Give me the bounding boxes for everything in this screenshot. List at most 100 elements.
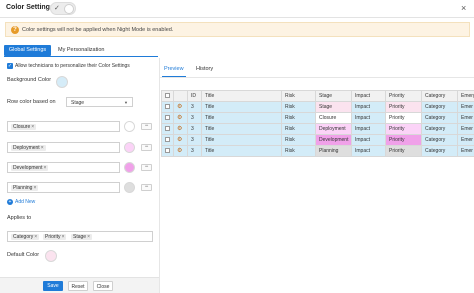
tab-global-settings[interactable]: Global Settings — [4, 45, 51, 56]
row-type-cell: ⚙ — [174, 146, 188, 157]
remove-chip-icon[interactable]: × — [43, 165, 46, 171]
remove-rule-button[interactable]: − — [141, 184, 152, 191]
close-icon[interactable]: × — [461, 3, 466, 13]
cell-risk: Risk — [282, 124, 316, 135]
plus-icon: + — [7, 199, 13, 205]
cell-impact: Impact — [352, 102, 386, 113]
cell-priority: Priority — [386, 102, 422, 113]
night-mode-toggle[interactable]: ✓ — [50, 2, 76, 15]
change-type-icon: ⚙ — [177, 148, 183, 154]
panel-divider — [159, 58, 160, 293]
row-type-cell: ⚙ — [174, 135, 188, 146]
column-header: Priority — [386, 91, 422, 102]
table-row[interactable]: ⚙ 3 Title Risk Stage Impact Priority Category Em… — [162, 102, 474, 113]
row-checkbox[interactable] — [165, 137, 170, 143]
rule-value-input[interactable]: Development× — [7, 162, 120, 173]
cell-category: Category — [422, 146, 458, 157]
rule-chip[interactable]: Planning× — [11, 185, 39, 191]
night-mode-warning: ? Color settings will not be applied whe… — [5, 22, 470, 37]
row-checkbox[interactable] — [165, 148, 170, 154]
background-color-swatch[interactable] — [56, 76, 68, 88]
add-new-link[interactable]: + Add New — [7, 199, 35, 205]
preview-table: ID Title Risk Stage Impact Priority Category Em… — [161, 90, 474, 157]
row-color-label: Row color based on — [7, 99, 56, 105]
change-type-icon: ⚙ — [177, 104, 183, 110]
rule-color-swatch[interactable] — [124, 162, 135, 173]
cell-priority: Priority — [386, 135, 422, 146]
rule-chip[interactable]: Deployment× — [11, 145, 46, 151]
column-header: Emerg — [458, 91, 474, 102]
row-checkbox[interactable] — [165, 126, 170, 132]
rule-color-swatch[interactable] — [124, 121, 135, 132]
remove-rule-button[interactable]: − — [141, 123, 152, 130]
rule-chip[interactable]: Development× — [11, 165, 49, 171]
cell-risk: Risk — [282, 113, 316, 124]
cell-id: 3 — [188, 113, 202, 124]
column-header[interactable] — [162, 91, 174, 102]
cell-impact: Impact — [352, 135, 386, 146]
row-checkbox-cell — [162, 135, 174, 146]
allow-personalize-label: Allow technicians to personalize their C… — [15, 63, 130, 69]
cell-category: Category — [422, 113, 458, 124]
table-row[interactable]: ⚙ 3 Title Risk Closure Impact Priority Category… — [162, 113, 474, 124]
table-row[interactable]: ⚙ 3 Title Risk Deployment Impact Priority Categ… — [162, 124, 474, 135]
tab-preview[interactable]: Preview — [164, 66, 184, 72]
allow-personalize-checkbox[interactable]: ✓ — [7, 63, 13, 69]
cell-emerg: Emer — [458, 124, 474, 135]
column-header: Category — [422, 91, 458, 102]
column-header: Risk — [282, 91, 316, 102]
remove-chip-icon[interactable]: × — [31, 124, 34, 130]
cell-stage: Closure — [316, 113, 352, 124]
chevron-down-icon: ▼ — [124, 100, 128, 105]
rule-value-input[interactable]: Deployment× — [7, 142, 120, 153]
tabs-divider — [160, 77, 474, 78]
background-color-label: Background Color — [7, 77, 52, 83]
cell-risk: Risk — [282, 135, 316, 146]
table-row[interactable]: ⚙ 3 Title Risk Planning Impact Priority Categor… — [162, 146, 474, 157]
change-type-icon: ⚙ — [177, 137, 183, 143]
column-header: Stage — [316, 91, 352, 102]
cell-title: Title — [202, 135, 282, 146]
cell-impact: Impact — [352, 113, 386, 124]
select-all-checkbox[interactable] — [165, 93, 170, 99]
add-new-label: Add New — [15, 199, 36, 205]
applies-chip-stage[interactable]: Stage× — [71, 234, 92, 240]
rule-chip[interactable]: Closure× — [11, 124, 37, 130]
save-button[interactable]: Save — [43, 281, 63, 291]
change-type-icon: ⚙ — [177, 115, 183, 121]
row-checkbox-cell — [162, 146, 174, 157]
applies-to-input[interactable]: Category× Priority× Stage× — [7, 231, 153, 242]
rule-value-input[interactable]: Planning× — [7, 182, 120, 193]
cell-priority: Priority — [386, 113, 422, 124]
row-checkbox[interactable] — [165, 115, 170, 121]
rule-color-swatch[interactable] — [124, 182, 135, 193]
row-checkbox[interactable] — [165, 104, 170, 110]
row-checkbox-cell — [162, 102, 174, 113]
cell-title: Title — [202, 113, 282, 124]
rule-color-swatch[interactable] — [124, 142, 135, 153]
cell-title: Title — [202, 124, 282, 135]
cell-id: 3 — [188, 146, 202, 157]
cell-emerg: Emer — [458, 113, 474, 124]
remove-chip-icon[interactable]: × — [33, 185, 36, 191]
cell-risk: Risk — [282, 146, 316, 157]
applies-chip-category[interactable]: Category× — [11, 234, 40, 240]
table-row[interactable]: ⚙ 3 Title Risk Development Impact Priority Cate… — [162, 135, 474, 146]
tab-history[interactable]: History — [196, 66, 213, 72]
column-header — [174, 91, 188, 102]
remove-rule-button[interactable]: − — [141, 144, 152, 151]
close-button[interactable]: Close — [93, 281, 113, 291]
tab-my-personalization[interactable]: My Personalization — [58, 45, 104, 56]
applies-chip-priority[interactable]: Priority× — [43, 234, 67, 240]
row-color-select[interactable]: Stage ▼ — [66, 97, 133, 107]
remove-chip-icon[interactable]: × — [41, 145, 44, 151]
remove-rule-button[interactable]: − — [141, 164, 152, 171]
cell-emerg: Emer — [458, 102, 474, 113]
row-checkbox-cell — [162, 124, 174, 135]
column-header: Title — [202, 91, 282, 102]
rule-value-input[interactable]: Closure× — [7, 121, 120, 132]
default-color-swatch[interactable] — [45, 250, 57, 262]
toggle-knob — [64, 4, 74, 14]
cell-id: 3 — [188, 135, 202, 146]
reset-button[interactable]: Reset — [68, 281, 88, 291]
